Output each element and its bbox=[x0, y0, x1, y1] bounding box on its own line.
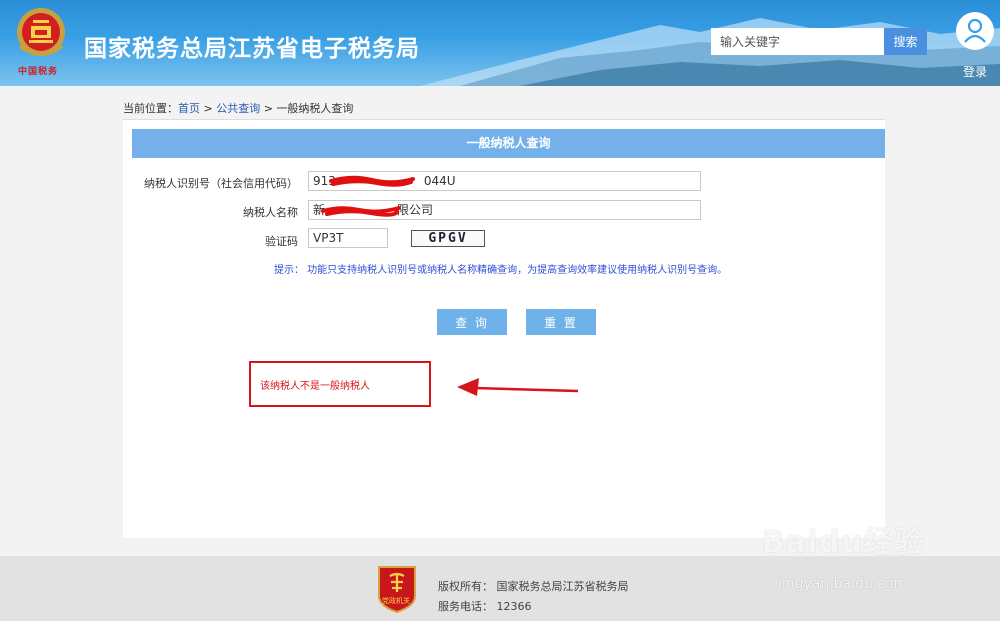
result-highlight-box: 该纳税人不是一般纳税人 bbox=[249, 361, 431, 407]
query-panel: 一般纳税人查询 纳税人识别号（社会信用代码） 913 044U 纳税人名称 新限公… bbox=[123, 120, 885, 538]
query-button[interactable]: 查 询 bbox=[437, 309, 507, 335]
captcha-label: 验证码 bbox=[265, 235, 298, 248]
breadcrumb-home-link[interactable]: 首页 bbox=[178, 102, 200, 115]
emblem-caption: 中国税务 bbox=[18, 67, 59, 77]
left-arrow-annotation-icon bbox=[457, 378, 579, 396]
footer-copyright: 版权所有： 国家税务总局江苏省税务局 bbox=[438, 580, 629, 593]
reset-button[interactable]: 重 置 bbox=[526, 309, 596, 335]
login-link[interactable]: 登录 bbox=[963, 63, 987, 80]
taxpayer-name-label: 纳税人名称 bbox=[243, 206, 298, 219]
redaction-scribble bbox=[329, 175, 415, 187]
party-government-badge-icon[interactable] bbox=[376, 564, 418, 614]
breadcrumb: 当前位置：首页 > 公共查询 > 一般纳税人查询 bbox=[123, 100, 353, 116]
footer-phone: 服务电话： 12366 bbox=[438, 600, 532, 613]
site-header: 中国税务 国家税务总局江苏省电子税务局 搜索 登录 bbox=[0, 0, 1000, 86]
taxpayer-id-label: 纳税人识别号（社会信用代码） bbox=[144, 177, 298, 190]
taxpayer-id-value-end: 044U bbox=[423, 174, 456, 188]
baidu-watermark-logo: Baidu经验 bbox=[762, 525, 926, 560]
baidu-watermark-url: jingyan.baidu.com bbox=[778, 576, 908, 592]
breadcrumb-public-query-link[interactable]: 公共查询 bbox=[216, 102, 260, 115]
hint-text: 提示： 功能只支持纳税人识别号或纳税人名称精确查询，为提高查询效率建议使用纳税人… bbox=[274, 265, 728, 276]
search-input[interactable] bbox=[711, 28, 884, 55]
footer-emblem-caption: 党政机关 bbox=[382, 597, 410, 605]
site-title: 国家税务总局江苏省电子税务局 bbox=[84, 36, 420, 62]
user-icon[interactable] bbox=[956, 12, 994, 50]
captcha-input[interactable]: VP3T bbox=[308, 228, 388, 248]
captcha-image[interactable]: GPGV bbox=[411, 230, 485, 247]
breadcrumb-prefix: 当前位置： bbox=[123, 102, 178, 115]
breadcrumb-current: 一般纳税人查询 bbox=[276, 102, 354, 115]
result-message: 该纳税人不是一般纳税人 bbox=[260, 381, 370, 392]
breadcrumb-separator: > bbox=[260, 102, 277, 115]
panel-title: 一般纳税人查询 bbox=[132, 129, 885, 158]
search-button[interactable]: 搜索 bbox=[884, 28, 927, 55]
redaction-scribble bbox=[321, 206, 401, 217]
breadcrumb-separator: > bbox=[200, 102, 217, 115]
